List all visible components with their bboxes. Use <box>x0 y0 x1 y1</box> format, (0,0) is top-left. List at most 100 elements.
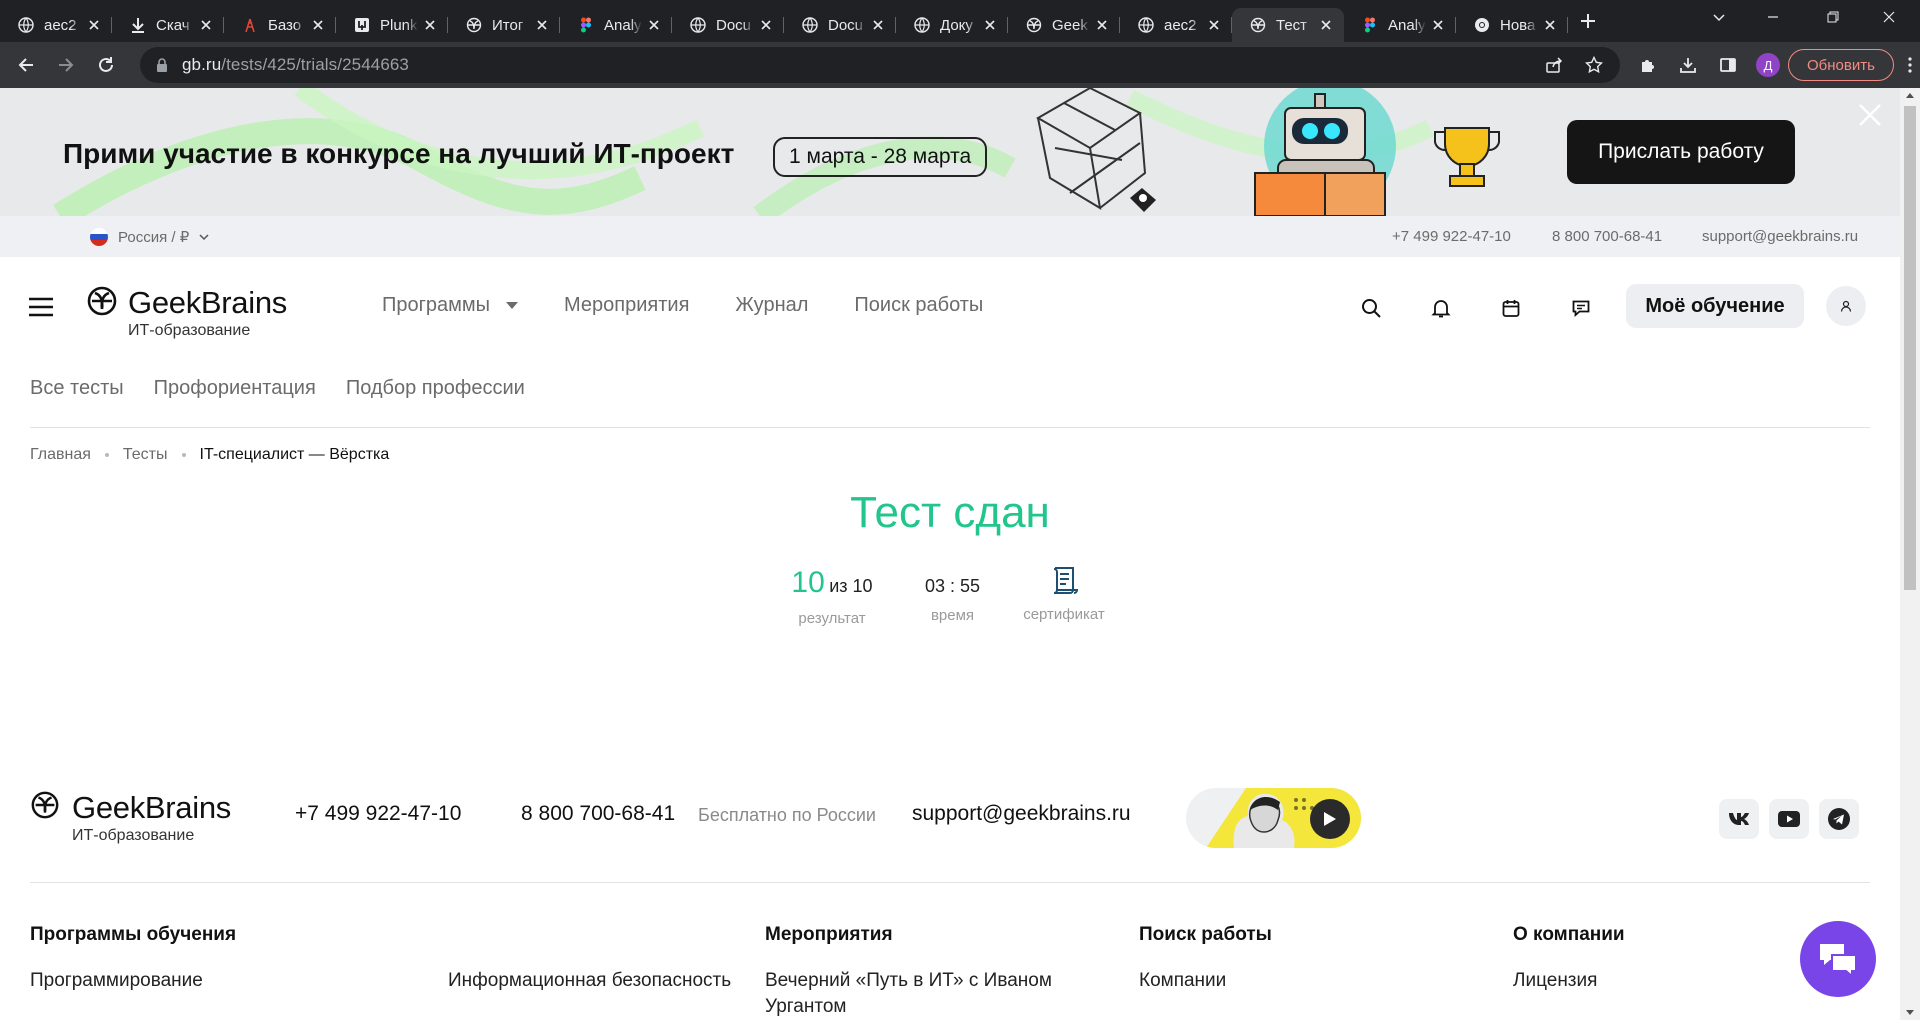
tab-search-button[interactable] <box>1696 0 1742 34</box>
telegram-link[interactable] <box>1819 799 1859 839</box>
footer-link-programming[interactable]: Программирование <box>30 968 203 994</box>
figma-icon <box>1362 17 1378 33</box>
footer-link-license[interactable]: Лицензия <box>1513 968 1597 994</box>
footer-phone-free[interactable]: 8 800 700-68-41 <box>521 802 675 826</box>
browser-tab[interactable]: Итог <box>448 8 560 42</box>
nav-journal[interactable]: Журнал <box>735 294 808 317</box>
scrollbar-thumb[interactable] <box>1904 106 1916 590</box>
close-tab-icon[interactable] <box>198 17 214 33</box>
close-tab-icon[interactable] <box>1094 17 1110 33</box>
notifications-button[interactable] <box>1425 292 1457 324</box>
browser-tab[interactable]: aec2 <box>0 8 112 42</box>
address-bar[interactable]: gb.ru/tests/425/trials/2544663 <box>140 47 1620 83</box>
breadcrumb-tests[interactable]: Тесты <box>123 446 168 464</box>
profile-avatar[interactable]: Д <box>1756 53 1780 77</box>
close-tab-icon[interactable] <box>982 17 998 33</box>
menu-button[interactable] <box>28 297 54 317</box>
share-button[interactable] <box>1536 47 1572 83</box>
browser-tab[interactable]: Analy <box>1344 8 1456 42</box>
close-tab-icon[interactable] <box>310 17 326 33</box>
close-tab-icon[interactable] <box>758 17 774 33</box>
breadcrumb: Главная Тесты IT-специалист — Вёрстка <box>30 446 389 464</box>
close-tab-icon[interactable] <box>1206 17 1222 33</box>
video-preview-button[interactable] <box>1186 788 1361 848</box>
restore-button[interactable] <box>1810 0 1856 34</box>
search-button[interactable] <box>1355 292 1387 324</box>
promo-banner[interactable]: Прими участие в конкурсе на лучший ИТ-пр… <box>0 88 1900 216</box>
chrome-icon <box>1474 17 1490 33</box>
header-support-email[interactable]: support@geekbrains.ru <box>1702 228 1858 245</box>
geekbrains-logo[interactable]: GeekBrains ИТ-образование <box>86 285 287 339</box>
footer-link-urgant-event[interactable]: Вечерний «Путь в ИТ» с Иваном Ургантом <box>765 968 1085 1020</box>
browser-tab[interactable]: aec2 <box>1120 8 1232 42</box>
nav-programs[interactable]: Программы <box>382 294 519 317</box>
browser-tab[interactable]: Analy <box>560 8 672 42</box>
close-tab-icon[interactable] <box>646 17 662 33</box>
back-button[interactable] <box>6 45 46 85</box>
close-tab-icon[interactable] <box>86 17 102 33</box>
close-tab-icon[interactable] <box>1318 17 1334 33</box>
nav-jobs[interactable]: Поиск работы <box>854 294 983 317</box>
footer-email[interactable]: support@geekbrains.ru <box>912 802 1131 826</box>
vk-link[interactable] <box>1719 799 1759 839</box>
tab-title: Docu <box>828 16 864 34</box>
certificate-button[interactable]: сертификат <box>1014 566 1114 623</box>
browser-tab[interactable]: Docu <box>672 8 784 42</box>
footer-phone-moscow[interactable]: +7 499 922-47-10 <box>295 802 461 826</box>
user-account-button[interactable] <box>1826 286 1866 326</box>
openai-icon <box>1026 17 1042 33</box>
footer-logo[interactable]: GeekBrains ИТ-образование <box>30 790 231 844</box>
breadcrumb-home[interactable]: Главная <box>30 446 91 464</box>
header-phone-free[interactable]: 8 800 700-68-41 <box>1552 228 1662 245</box>
update-button[interactable]: Обновить <box>1788 49 1894 81</box>
browser-tab[interactable]: Скач <box>112 8 224 42</box>
subnav-profession-match[interactable]: Подбор профессии <box>346 377 525 400</box>
forward-button[interactable] <box>46 45 86 85</box>
browser-tab[interactable]: Базо <box>224 8 336 42</box>
youtube-link[interactable] <box>1769 799 1809 839</box>
support-chat-button[interactable] <box>1800 921 1876 997</box>
submit-work-button[interactable]: Прислать работу <box>1567 120 1795 184</box>
close-tab-icon[interactable] <box>422 17 438 33</box>
side-panel-button[interactable] <box>1708 45 1748 85</box>
browser-tab[interactable]: Geek <box>1008 8 1120 42</box>
downloads-button[interactable] <box>1668 45 1708 85</box>
close-window-button[interactable] <box>1866 0 1912 34</box>
footer-link-companies[interactable]: Компании <box>1139 968 1226 994</box>
subnav-all-tests[interactable]: Все тесты <box>30 377 124 400</box>
toolbar-right: Д Обновить <box>1628 45 1920 85</box>
calendar-button[interactable] <box>1495 292 1527 324</box>
my-learning-button[interactable]: Моё обучение <box>1626 284 1804 328</box>
nav-programs-label: Программы <box>382 294 491 316</box>
minimize-button[interactable] <box>1750 0 1796 34</box>
close-tab-icon[interactable] <box>870 17 886 33</box>
messages-button[interactable] <box>1565 292 1597 324</box>
browser-tab[interactable]: Docu <box>784 8 896 42</box>
header-icons <box>1355 292 1597 324</box>
russia-flag-icon <box>90 228 108 246</box>
page-scrollbar[interactable] <box>1900 88 1920 1020</box>
subnav-career-guidance[interactable]: Профориентация <box>154 377 316 400</box>
header-phone-moscow[interactable]: +7 499 922-47-10 <box>1392 228 1511 245</box>
footer-link-infosec[interactable]: Информационная безопасность <box>448 968 731 994</box>
download-icon <box>1680 58 1696 73</box>
arrow-left-icon <box>18 58 33 72</box>
telegram-icon <box>1828 808 1850 830</box>
close-tab-icon[interactable] <box>1430 17 1446 33</box>
browser-tab-bar: aec2 Скач Базо Plunk Итог Analy Docu Docu Доку Ge… <box>0 0 1920 42</box>
reload-button[interactable] <box>86 45 126 85</box>
browser-tab[interactable]: Нова <box>1456 8 1568 42</box>
browser-menu-button[interactable] <box>1894 49 1920 81</box>
nav-events[interactable]: Мероприятия <box>564 294 689 317</box>
new-tab-button[interactable] <box>1568 0 1608 42</box>
browser-tab[interactable]: Plunk <box>336 8 448 42</box>
close-tab-icon[interactable] <box>1542 17 1558 33</box>
browser-tab[interactable]: Доку <box>896 8 1008 42</box>
browser-tab[interactable]: Тест <box>1232 8 1344 42</box>
extensions-button[interactable] <box>1628 45 1668 85</box>
bookmark-button[interactable] <box>1576 47 1612 83</box>
promo-close-button[interactable] <box>1857 102 1883 128</box>
region-selector[interactable]: Россия / ₽ <box>90 228 209 246</box>
divider <box>30 427 1870 428</box>
close-tab-icon[interactable] <box>534 17 550 33</box>
